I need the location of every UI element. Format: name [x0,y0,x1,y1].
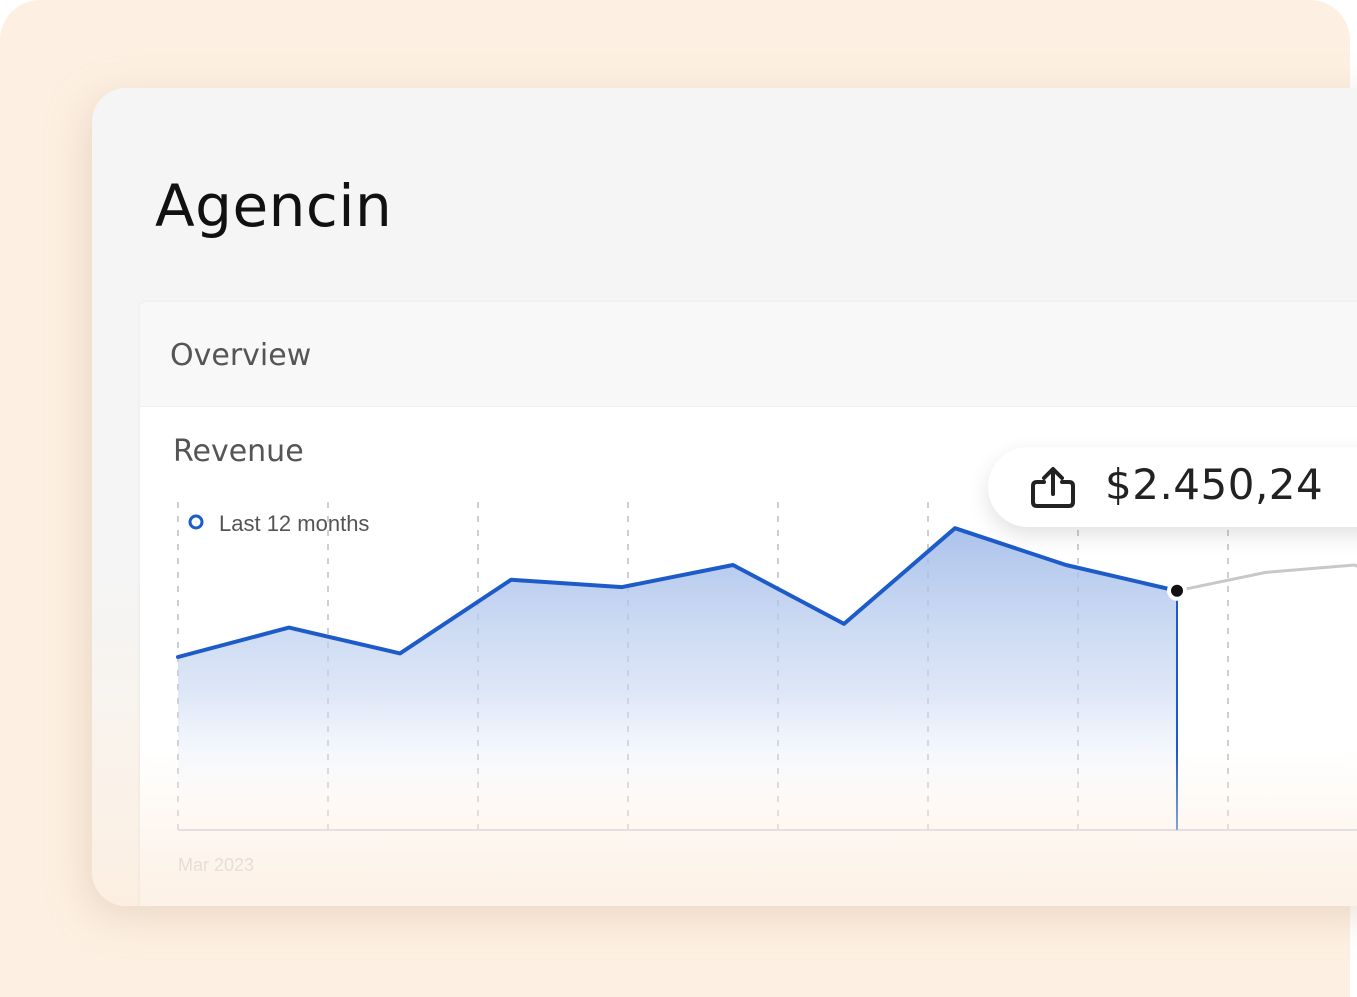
legend-label: Last 12 months [219,511,369,536]
app-title: Agencin [155,172,393,240]
revenue-chart[interactable]: Last 12 months Mar 2023 [140,302,1357,906]
projection-line [1176,563,1357,593]
legend-marker [188,514,204,530]
highlight-marker-dot[interactable] [1167,580,1187,601]
share-upload-icon[interactable] [1028,466,1078,514]
revenue-value-pill[interactable]: $2.450,24 [988,447,1357,527]
overview-card: Overview Revenue Last 12 months Mar 2023 [140,302,1357,906]
x-tick-label: Mar 2023 [178,855,254,875]
revenue-value: $2.450,24 [1105,460,1324,509]
